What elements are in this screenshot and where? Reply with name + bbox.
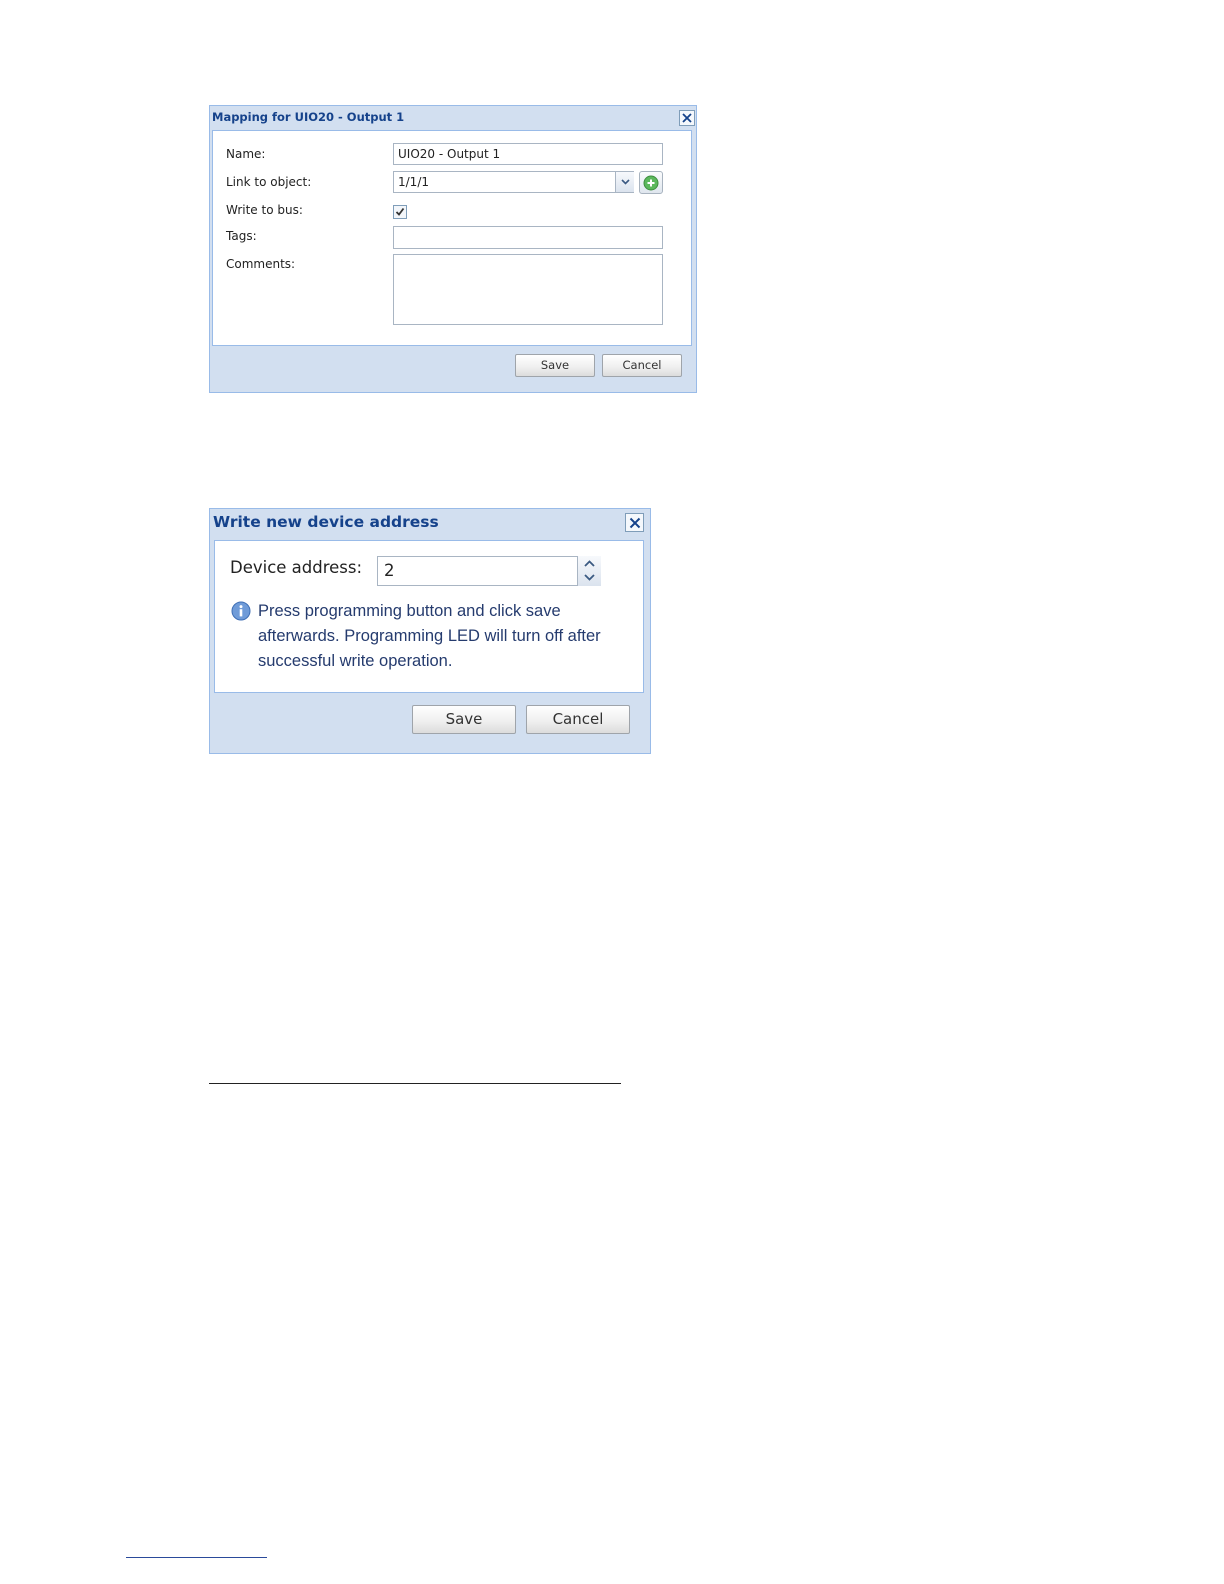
device-address-dialog: Write new device address Device address:… (209, 508, 651, 754)
device-address-save-button[interactable]: Save (412, 705, 516, 734)
device-address-label: Device address: (230, 558, 363, 577)
name-input[interactable]: UIO20 - Output 1 (393, 143, 663, 165)
checkmark-icon (395, 207, 405, 216)
close-icon (629, 517, 640, 528)
device-address-input[interactable]: 2 (377, 556, 601, 586)
mapping-dialog-title: Mapping for UIO20 - Output 1 (212, 110, 405, 124)
mapping-cancel-button[interactable]: Cancel (602, 354, 682, 377)
spinner-down-icon (584, 573, 595, 581)
tags-label: Tags: (226, 229, 257, 243)
name-label: Name: (226, 147, 266, 161)
info-message: Press programming button and click save … (258, 602, 601, 670)
info-icon (231, 601, 251, 621)
device-address-spinner (577, 556, 601, 586)
combo-dropdown-trigger[interactable] (615, 172, 634, 192)
comments-textarea[interactable] (393, 254, 663, 325)
link-underline (126, 1557, 267, 1558)
footnote-separator (209, 1083, 621, 1084)
device-address-dialog-title: Write new device address (213, 513, 439, 531)
spinner-up-icon (584, 559, 595, 567)
mapping-save-button[interactable]: Save (515, 354, 595, 377)
spinner-up-button[interactable] (578, 556, 601, 570)
link-to-object-combo[interactable]: 1/1/1 (393, 171, 634, 193)
add-icon (643, 175, 659, 190)
mapping-dialog: Mapping for UIO20 - Output 1 Name: UIO20… (209, 105, 697, 393)
comments-label: Comments: (226, 257, 296, 271)
device-address-dialog-close-button[interactable] (625, 513, 644, 532)
chevron-down-icon (620, 179, 630, 185)
device-address-cancel-button[interactable]: Cancel (526, 705, 630, 734)
mapping-dialog-close-button[interactable] (679, 110, 695, 126)
close-icon (682, 113, 692, 123)
tags-input[interactable] (393, 226, 663, 249)
link-to-object-value: 1/1/1 (398, 175, 429, 189)
device-address-value: 2 (384, 561, 395, 580)
link-to-object-label: Link to object: (226, 175, 312, 189)
write-to-bus-label: Write to bus: (226, 203, 303, 217)
device-address-dialog-body: Device address: 2 Press programming butt… (214, 540, 644, 693)
write-to-bus-checkbox[interactable] (393, 205, 407, 219)
spinner-down-button[interactable] (578, 570, 601, 584)
mapping-dialog-body: Name: UIO20 - Output 1 Link to object: 1… (212, 130, 692, 346)
add-object-button[interactable] (639, 171, 663, 194)
